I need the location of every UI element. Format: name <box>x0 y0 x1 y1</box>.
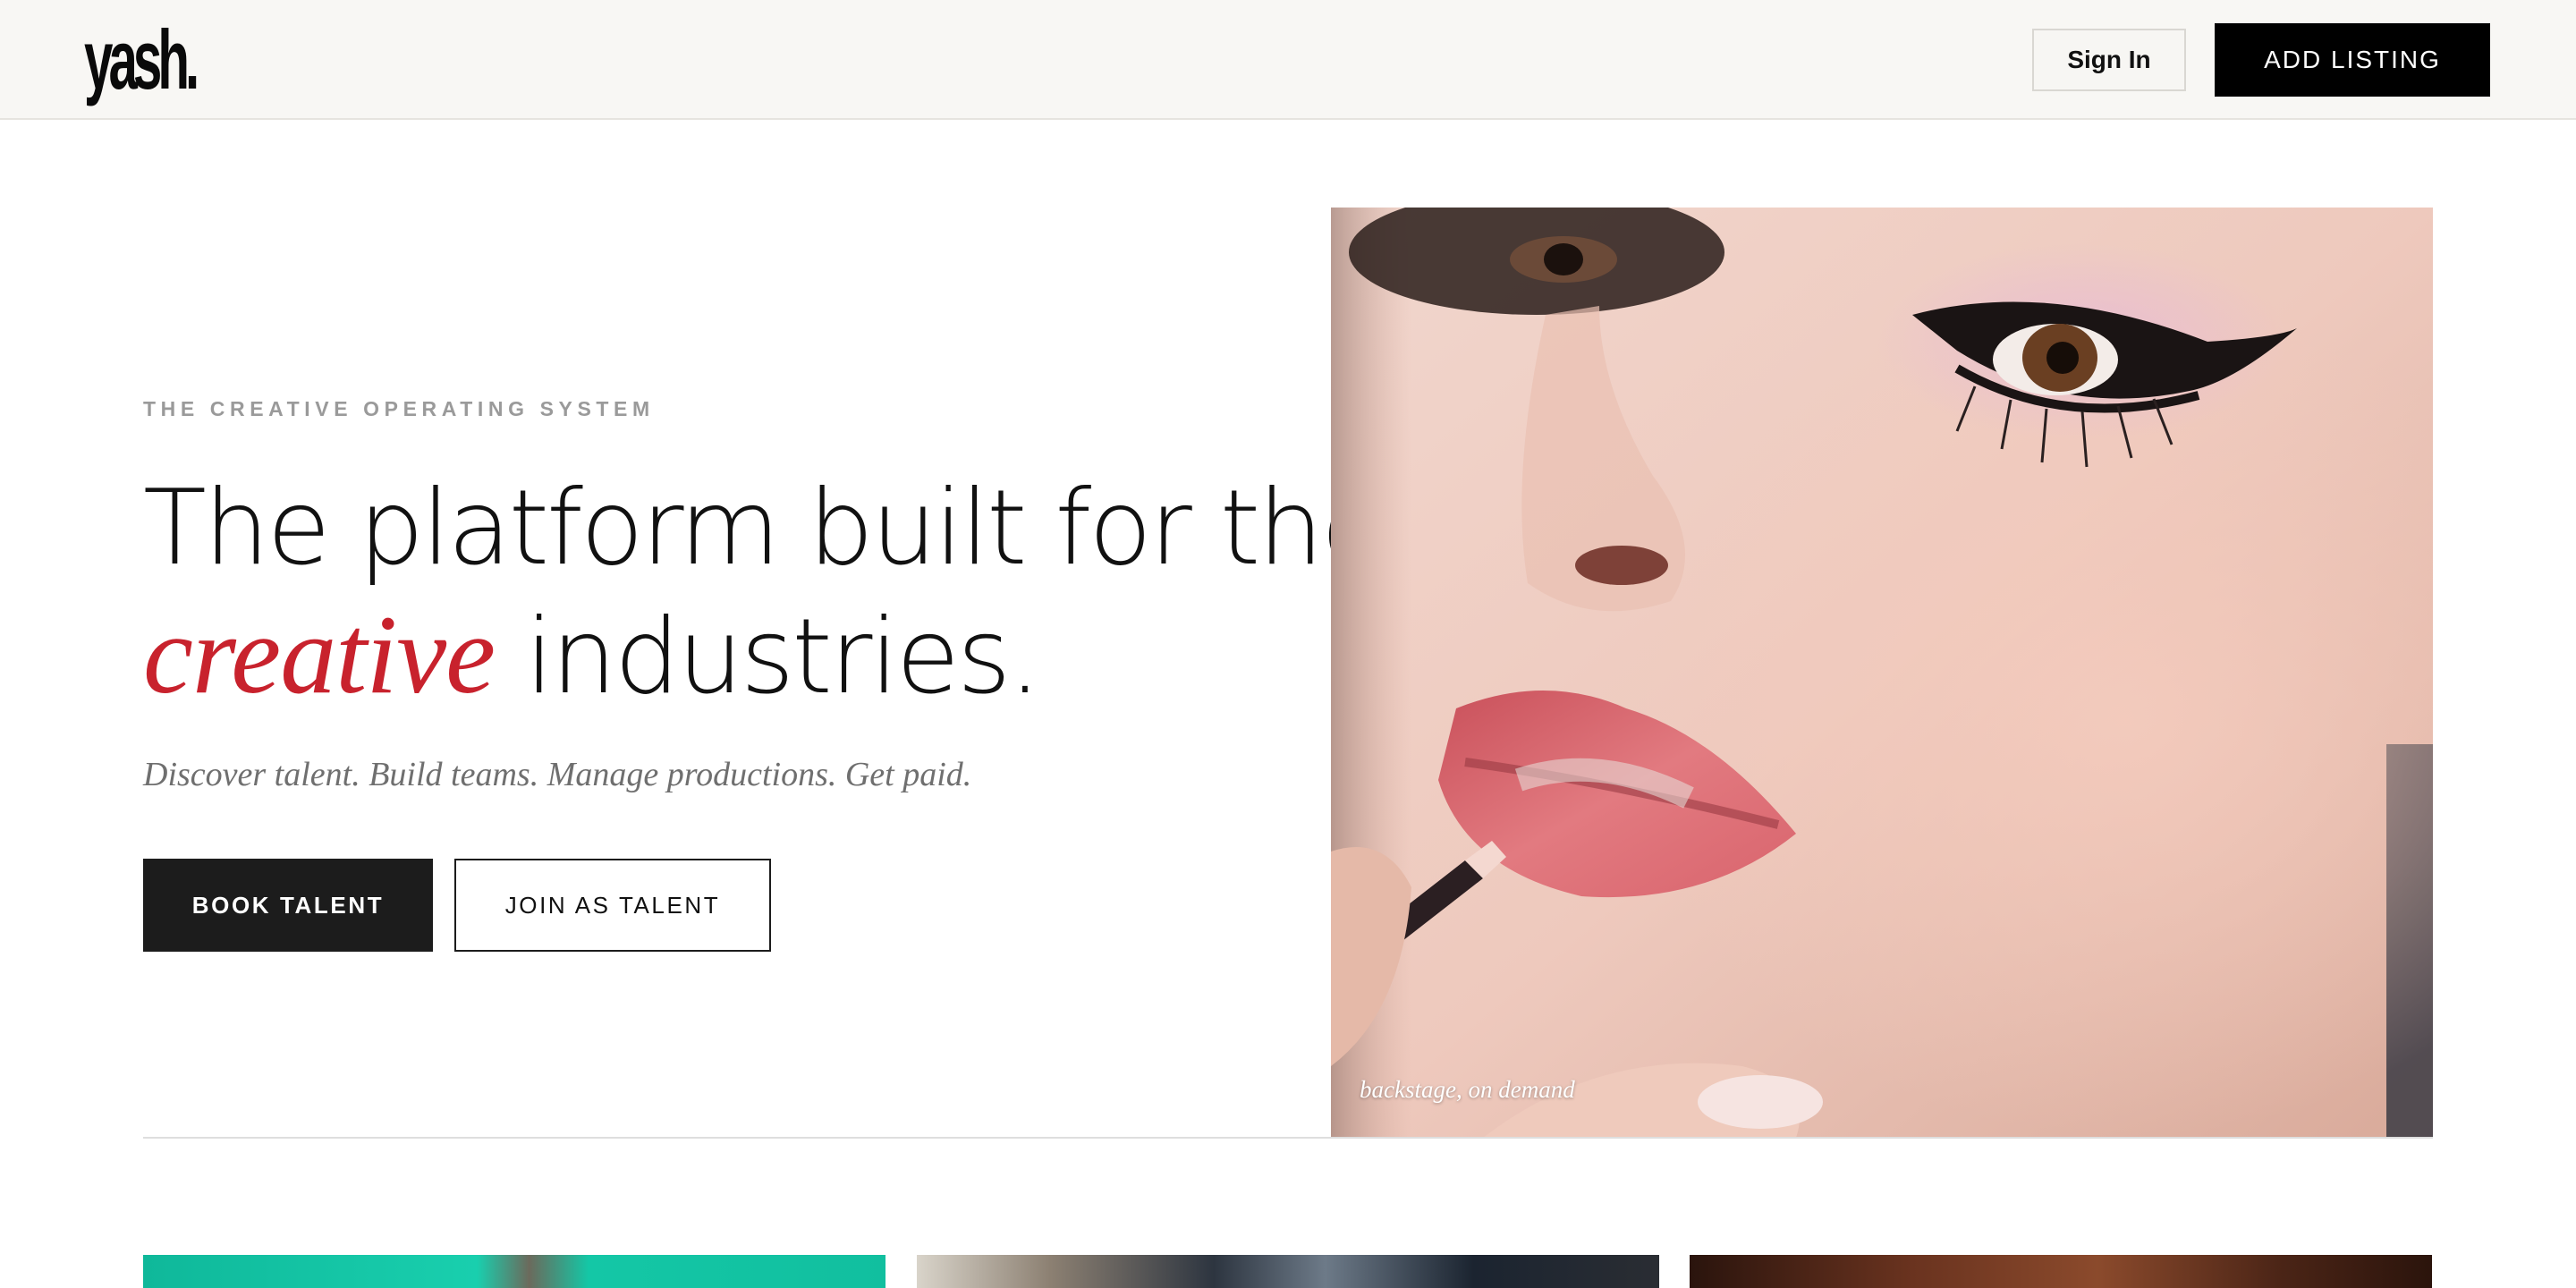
featured-card-image[interactable] <box>143 1255 886 1288</box>
hero-headline: The platform built for the creative indu… <box>143 465 1385 721</box>
sign-in-button[interactable]: Sign In <box>2032 29 2186 91</box>
book-talent-button[interactable]: BOOK TALENT <box>143 859 433 952</box>
headline-line-1: The platform built for the <box>143 468 1385 589</box>
hero-eyebrow: THE CREATIVE OPERATING SYSTEM <box>143 397 655 420</box>
headline-line-2: creative industries. <box>143 592 1306 721</box>
top-navigation-bar: yash. Sign In ADD LISTING <box>0 0 2576 120</box>
hero-image: backstage, on demand <box>1331 208 2433 1138</box>
add-listing-button[interactable]: ADD LISTING <box>2215 23 2490 97</box>
brand-logo[interactable]: yash. <box>84 18 199 102</box>
hero-tagline: Discover talent. Build teams. Manage pro… <box>143 756 972 793</box>
join-as-talent-button[interactable]: JOIN AS TALENT <box>454 859 771 952</box>
makeup-portrait-illustration <box>1331 208 2433 1138</box>
hero-image-caption: backstage, on demand <box>1360 1076 1575 1103</box>
featured-card-image[interactable] <box>1690 1255 2432 1288</box>
featured-card-image[interactable] <box>917 1255 1659 1288</box>
headline-line-2-rest: industries. <box>495 597 1041 717</box>
hero-divider <box>143 1137 2433 1139</box>
headline-accent-word: creative <box>143 593 496 717</box>
